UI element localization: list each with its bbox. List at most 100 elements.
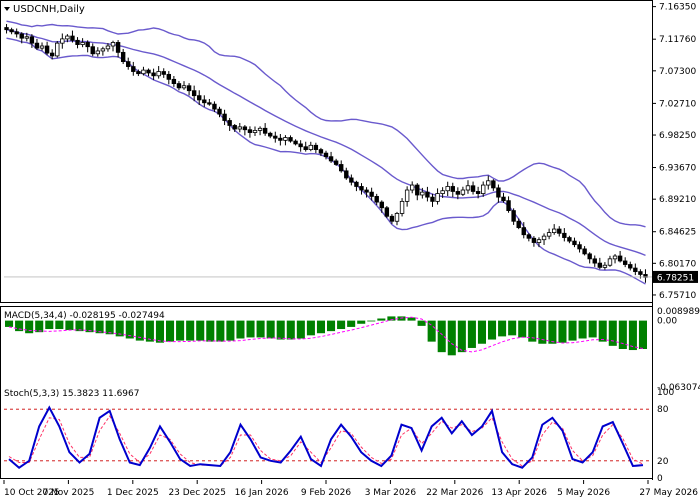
macd-histogram-bar [236,320,245,339]
macd-histogram-bar [488,320,497,340]
triangle-down-icon[interactable] [4,7,10,11]
candle-body [536,239,542,243]
candle-body [567,237,572,242]
candle-body [541,235,547,241]
candle-body [384,207,390,217]
band-middle-line [6,29,646,257]
candle-body [374,196,379,203]
candle-body [516,220,521,229]
macd-histogram-bar [306,320,315,336]
candle-body [440,190,445,194]
macd-histogram-bar [327,320,336,332]
macd-histogram-bar [176,320,185,341]
candle-body [247,129,253,133]
candle-body [318,149,324,154]
candle-body [288,137,293,142]
candle-body [379,201,384,209]
macd-histogram-bar [538,320,547,344]
candle-body [34,42,40,49]
date-tick-label: 7 Nov 2025 [42,488,94,498]
macd-histogram-bar [145,320,154,342]
candle-body [521,227,526,236]
candle-body [465,185,471,191]
candle-body [369,191,374,197]
candle-body [4,27,9,31]
candle-body [572,240,577,246]
macd-histogram-bar [457,320,466,353]
candle-body [638,271,643,275]
candle-body [349,177,354,183]
date-tick-label: 27 May 2026 [639,488,698,498]
macd-histogram-bar [266,320,275,339]
macd-histogram-bar [166,320,175,342]
candle-body [333,160,339,165]
candle-body [131,66,136,72]
candle-body [9,29,14,33]
candle-body [268,132,273,137]
macd-histogram-bar [216,320,225,342]
macd-tick-label: 0.00 [657,317,677,327]
macd-title: MACD(5,34,4) -0.028195 -0.027494 [4,311,165,321]
candle-body [582,248,587,255]
candle-body [577,244,582,250]
candle-body [364,189,369,193]
candle-body [207,102,212,105]
price-tick-label: 7.11760 [659,35,696,45]
macd-histogram-bar [347,320,356,327]
candle-body [612,255,618,260]
band-lower-line [6,37,646,285]
candle-body [430,196,435,202]
candle-body [298,143,303,148]
candle-body [404,189,410,202]
trading-chart[interactable]: 6.78251 7.16350 7.11760 7.07300 7.02710 6.982… [0,0,700,500]
stoch-tick-label: 20 [657,457,669,467]
stoch-title: Stoch(5,3,3) 15.3823 11.6967 [4,389,139,399]
price-tick-label: 6.89210 [659,195,696,205]
candle-body [115,42,121,53]
axis-labels: 6.78251 7.16350 7.11760 7.07300 7.02710 6.982… [3,3,700,498]
candle-body [151,72,156,77]
candle-body [344,170,349,179]
macd-histogram-bar [367,320,376,322]
macd-histogram-bar [608,320,617,346]
macd-histogram-bar [568,320,577,341]
candle-body [237,126,242,130]
macd-histogram-bar [548,320,557,344]
price-tick-label: 7.16350 [659,3,696,13]
band-upper-line [6,20,646,228]
macd-histogram-bar [186,320,195,341]
candle-body [14,31,19,35]
candle-body [501,196,506,202]
macd-histogram-bar [65,320,74,331]
candle-body [95,50,101,55]
candle-body [120,51,126,62]
candle-body [628,264,633,269]
price-tick-label: 6.93670 [659,164,696,174]
candle-body [75,39,80,45]
candle-body [242,126,248,131]
candle-body [415,184,420,196]
candle-body [399,200,405,214]
macd-histogram-bar [45,320,54,330]
candle-body [328,156,334,162]
current-price-label: 6.78251 [657,273,694,283]
macd-histogram-bar [196,320,205,341]
macd-histogram-bar [5,320,14,327]
stoch-main-line [8,405,644,469]
candle-body [227,120,232,126]
candle-body [435,193,440,202]
price-tick-label: 7.02710 [659,99,696,109]
candle-body [252,130,258,133]
candle-body [29,36,35,44]
price-tick-label: 6.84625 [659,228,696,238]
candle-body [394,213,400,222]
candle-body [141,69,146,75]
stoch-tick-label: 0 [657,474,663,484]
candle-body [49,52,55,57]
macd-histogram-bar [477,320,486,344]
candle-body [597,262,603,268]
stoch-tick-label: 100 [657,388,674,398]
candle-body [531,237,537,243]
stoch-panel [4,405,652,469]
candle-body [262,127,268,134]
